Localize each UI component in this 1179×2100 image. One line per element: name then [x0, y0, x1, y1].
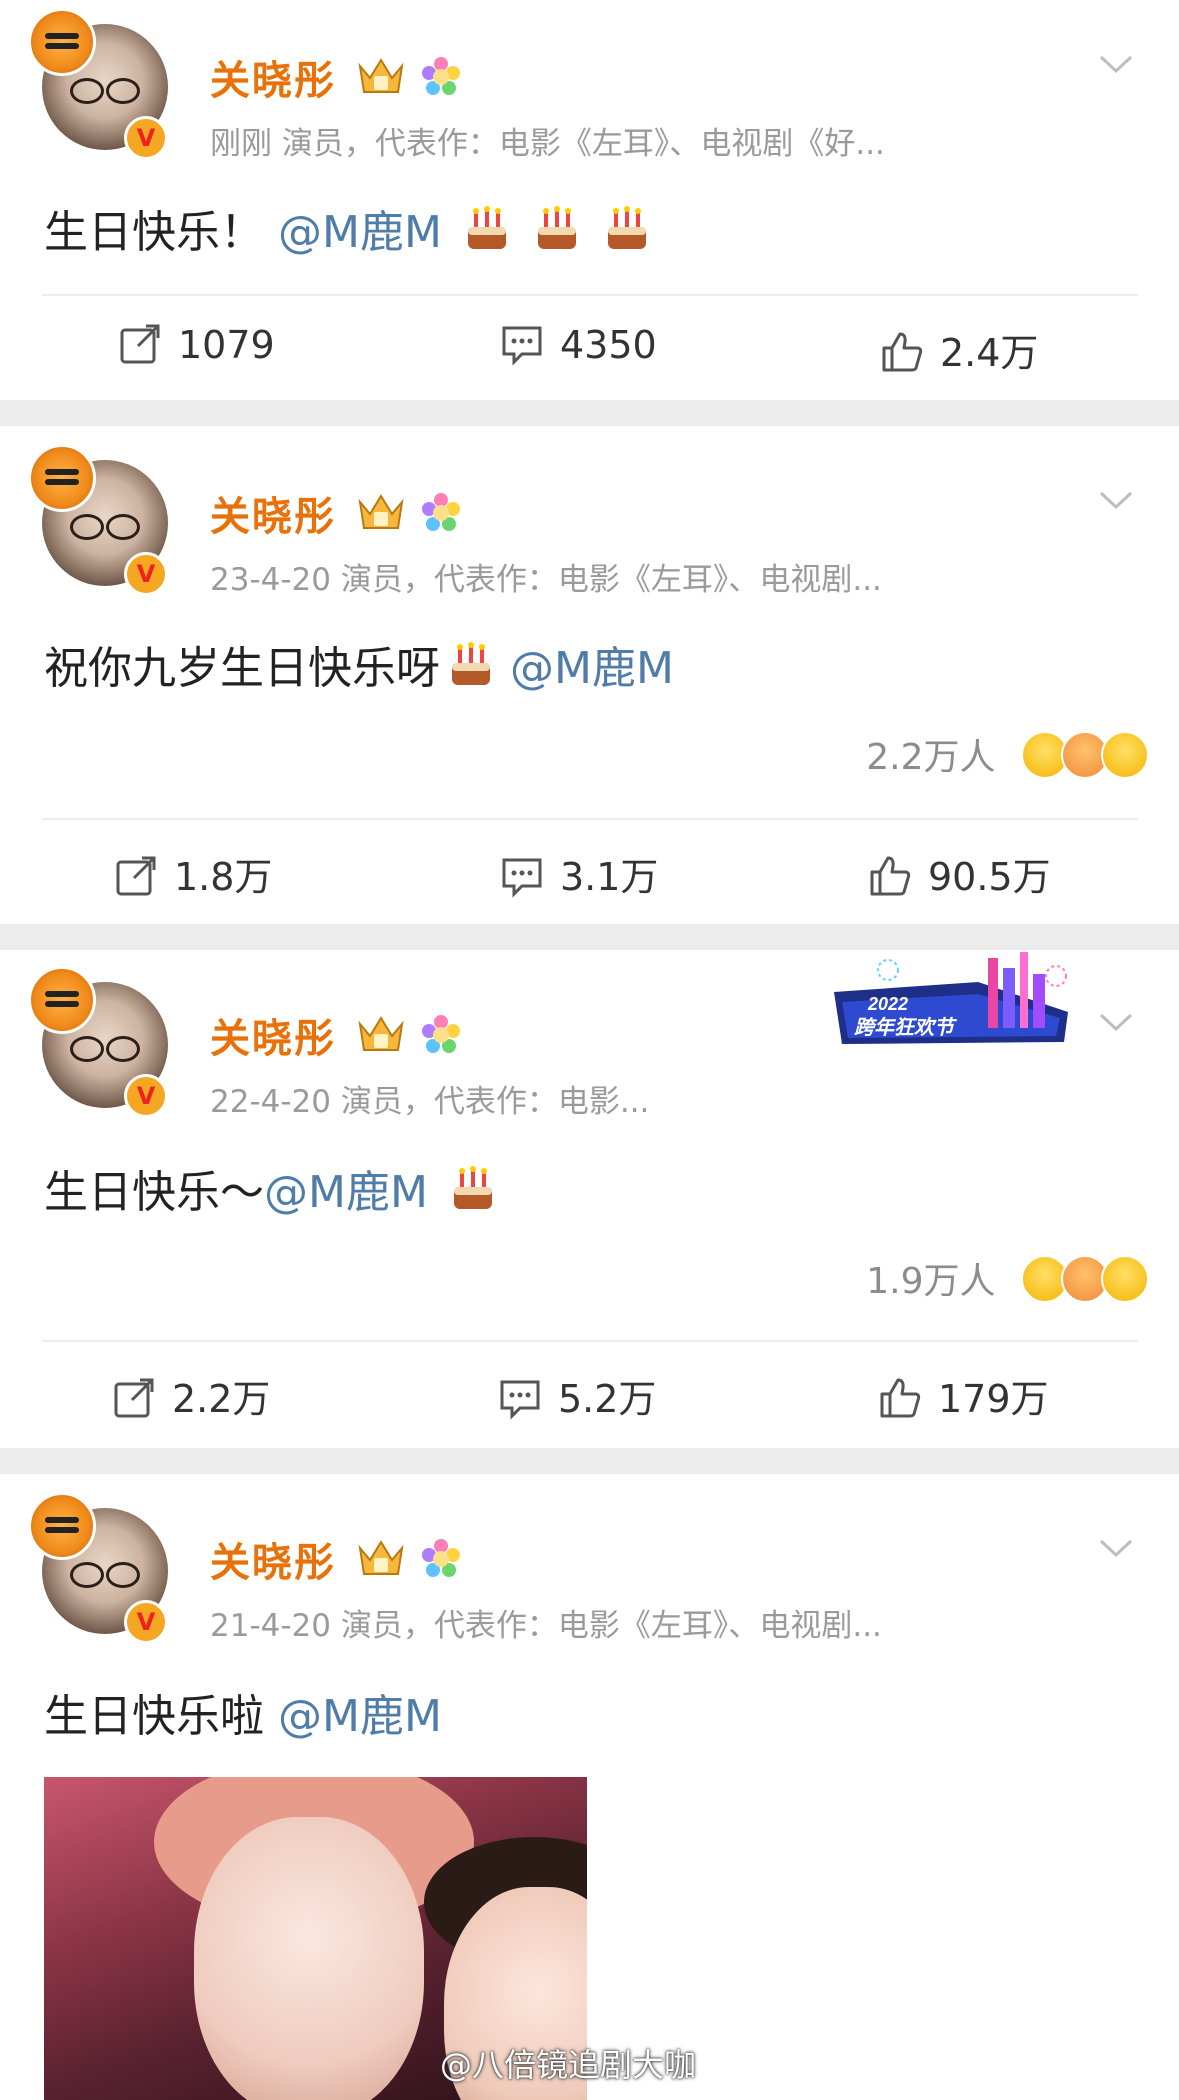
post-meta: 23-4-20 演员，代表作：电影《左耳》、电视剧... [210, 562, 882, 598]
flower-badge-icon[interactable] [420, 56, 462, 98]
mention-link[interactable]: @M鹿M [278, 207, 442, 258]
cake-emoji-icon [452, 642, 490, 685]
banner-year: 2022 [867, 994, 908, 1014]
banner-label: 跨年狂欢节 [854, 1015, 958, 1039]
verified-badge-icon: V [124, 116, 168, 160]
comment-icon [502, 326, 542, 366]
chevron-down-icon[interactable] [1098, 488, 1134, 512]
new-year-carnival-banner[interactable]: 2022 跨年狂欢节 [828, 952, 1074, 1056]
reaction-summary[interactable]: 1.9万人 [866, 1252, 1149, 1304]
repost-icon [114, 1378, 154, 1418]
weibo-post-1[interactable]: V 关晓彤 刚刚 演员，代表作：电影《左耳》、电视剧《好... 生日快乐！ @M… [0, 0, 1179, 400]
like-button[interactable]: 90.5万 [868, 846, 1051, 901]
tiger-pendant-icon [28, 966, 96, 1034]
tiger-pendant-icon [28, 8, 96, 76]
thumbs-up-icon [882, 332, 923, 372]
tiger-pendant-icon [28, 1492, 96, 1560]
post-text-content: 生日快乐啦 [44, 1691, 264, 1742]
repost-icon [120, 324, 160, 364]
crown-badge-icon[interactable] [356, 1010, 406, 1054]
flower-badge-icon[interactable] [420, 1538, 462, 1580]
username[interactable]: 关晓彤 [210, 1006, 336, 1064]
post-text: 生日快乐～@M鹿M [44, 1156, 498, 1220]
flower-badge-icon[interactable] [420, 492, 462, 534]
avatar[interactable]: V [28, 444, 173, 596]
chevron-down-icon[interactable] [1098, 52, 1134, 76]
username[interactable]: 关晓彤 [210, 484, 336, 542]
username[interactable]: 关晓彤 [210, 48, 336, 106]
like-button[interactable]: 179万 [878, 1368, 1049, 1423]
thumbs-up-icon [880, 1378, 921, 1418]
tiger-pendant-icon [28, 444, 96, 512]
post-separator [0, 924, 1179, 950]
chevron-down-icon[interactable] [1098, 1010, 1134, 1034]
avatar[interactable]: V [28, 8, 173, 160]
post-text: 祝你九岁生日快乐呀 @M鹿M [44, 632, 674, 696]
comment-icon [502, 858, 542, 898]
reaction-count: 1.9万人 [866, 1261, 996, 1302]
avatar[interactable]: V [28, 966, 173, 1118]
comment-icon [500, 1380, 540, 1420]
post-separator [0, 1448, 1179, 1474]
reaction-summary[interactable]: 2.2万人 [866, 728, 1149, 780]
avatar[interactable]: V [28, 1492, 173, 1644]
post-text: 生日快乐啦 @M鹿M [44, 1680, 442, 1744]
repost-icon [116, 856, 156, 896]
divider [42, 294, 1138, 296]
shocked-emoji-icon [1101, 731, 1149, 779]
mention-link[interactable]: @M鹿M [278, 1691, 442, 1742]
crown-badge-icon[interactable] [356, 1534, 406, 1578]
post-meta: 22-4-20 演员，代表作：电影... [210, 1084, 650, 1120]
post-text: 生日快乐！ @M鹿M [44, 196, 652, 260]
post-text-content: 生日快乐！ [44, 207, 264, 258]
cake-emoji-icon [453, 1166, 492, 1209]
post-text-content: 生日快乐～ [44, 1167, 264, 1218]
comment-button[interactable]: 3.1万 [500, 846, 658, 901]
crown-badge-icon[interactable] [356, 52, 406, 96]
comment-count: 5.2万 [558, 1377, 657, 1421]
like-count: 90.5万 [928, 855, 1051, 899]
like-count: 2.4万 [940, 331, 1039, 375]
post-text-content: 祝你九岁生日快乐呀 [44, 643, 440, 694]
verified-badge-icon: V [124, 1600, 168, 1644]
mention-link[interactable]: @M鹿M [264, 1167, 428, 1218]
comment-count: 4350 [560, 323, 657, 367]
post-meta: 21-4-20 演员，代表作：电影《左耳》、电视剧... [210, 1608, 882, 1644]
divider [42, 818, 1138, 820]
divider [42, 1340, 1138, 1342]
comment-button[interactable]: 5.2万 [498, 1368, 656, 1423]
shocked-emoji-icon [1101, 1255, 1149, 1303]
repost-count: 1.8万 [174, 855, 273, 899]
verified-badge-icon: V [124, 1074, 168, 1118]
weibo-post-2[interactable]: V 关晓彤 23-4-20 演员，代表作：电影《左耳》、电视剧... 祝你九岁生… [0, 426, 1179, 924]
watermark: @八倍镜追剧大咖 [440, 2046, 697, 2084]
crown-badge-icon[interactable] [356, 488, 406, 532]
cake-emoji-icon [467, 206, 506, 249]
repost-button[interactable]: 1079 [118, 322, 275, 367]
username[interactable]: 关晓彤 [210, 1530, 336, 1588]
repost-count: 1079 [178, 323, 275, 367]
mention-link[interactable]: @M鹿M [510, 643, 674, 694]
verified-badge-icon: V [124, 552, 168, 596]
chevron-down-icon[interactable] [1098, 1536, 1134, 1560]
repost-button[interactable]: 2.2万 [112, 1368, 270, 1423]
cake-emoji-icon [537, 206, 576, 249]
like-button[interactable]: 2.4万 [880, 322, 1038, 377]
reaction-count: 2.2万人 [866, 737, 996, 778]
comment-count: 3.1万 [560, 855, 659, 899]
post-separator [0, 400, 1179, 426]
thumbs-up-icon [870, 856, 911, 896]
repost-count: 2.2万 [172, 1377, 271, 1421]
post-meta: 刚刚 演员，代表作：电影《左耳》、电视剧《好... [210, 126, 885, 162]
comment-button[interactable]: 4350 [500, 322, 657, 367]
flower-badge-icon[interactable] [420, 1014, 462, 1056]
like-count: 179万 [938, 1377, 1049, 1421]
repost-button[interactable]: 1.8万 [114, 846, 272, 901]
cake-emoji-icon [607, 206, 646, 249]
